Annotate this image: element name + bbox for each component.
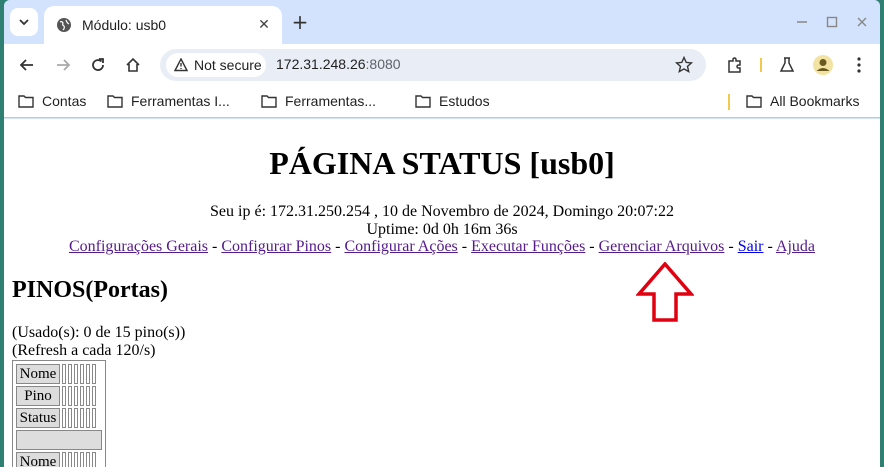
reload-button[interactable] xyxy=(85,52,111,78)
table-header-cell: Status xyxy=(16,408,60,428)
security-label: Not secure xyxy=(194,57,262,73)
usage-info: (Usado(s): 0 de 15 pino(s)) (Refresh a c… xyxy=(12,324,185,360)
folder-icon xyxy=(107,95,123,108)
table-row: Pino xyxy=(16,386,102,406)
bookmark-folder[interactable]: Contas xyxy=(18,93,86,109)
globe-icon xyxy=(57,18,71,32)
table-row: Nome xyxy=(16,452,102,467)
close-tab-icon[interactable]: ✕ xyxy=(254,15,274,35)
nav-link-sair[interactable]: Sair xyxy=(738,238,764,255)
uptime-line: Uptime: 0d 0h 16m 36s xyxy=(366,221,518,238)
bookmark-folder[interactable]: Ferramentas I... xyxy=(107,93,230,109)
folder-icon xyxy=(415,95,431,108)
usage-line: (Usado(s): 0 de 15 pino(s)) xyxy=(12,324,186,341)
toolbar: Not secure 172.31.248.26:8080 xyxy=(4,44,880,86)
tab-active[interactable]: Módulo: usb0 ✕ xyxy=(44,6,282,44)
url-text[interactable]: 172.31.248.26:8080 xyxy=(276,56,401,72)
close-window-icon[interactable] xyxy=(850,10,874,34)
toolbar-divider xyxy=(760,58,762,72)
table-header-cell: Nome xyxy=(16,364,60,384)
pins-table: Nome Pino Status Nome xyxy=(12,360,106,467)
nav-separator: - xyxy=(767,238,773,255)
nav-link-executar-funcoes[interactable]: Executar Funções xyxy=(471,238,585,255)
nav-link-configurar-acoes[interactable]: Configurar Ações xyxy=(344,238,457,255)
nav-link-configurar-pinos[interactable]: Configurar Pinos xyxy=(221,238,331,255)
table-header-cell: Pino xyxy=(16,386,60,406)
section-title: PINOS(Portas) xyxy=(12,277,168,303)
table-row: Nome xyxy=(16,364,102,384)
bookmark-folder[interactable]: Ferramentas... xyxy=(261,93,376,109)
home-button[interactable] xyxy=(120,52,146,78)
bookmark-label: Ferramentas... xyxy=(285,93,377,109)
nav-separator: - xyxy=(728,238,734,255)
address-bar[interactable]: Not secure 172.31.248.26:8080 xyxy=(160,49,706,81)
page-title: PÁGINA STATUS [usb0] xyxy=(269,145,615,181)
all-bookmarks-button[interactable]: All Bookmarks xyxy=(746,93,859,109)
tab-search-button[interactable] xyxy=(10,8,38,36)
table-row xyxy=(16,430,102,450)
puzzle-icon xyxy=(728,57,741,73)
flask-icon xyxy=(779,57,795,72)
folder-icon xyxy=(746,95,762,108)
page-content: PÁGINA STATUS [usb0] Seu ip é: 172.31.25… xyxy=(4,119,880,467)
new-tab-button[interactable]: + xyxy=(288,10,312,34)
table-header-cell: Nome xyxy=(16,452,60,467)
ip-line: Seu ip é: 172.31.250.254 , 10 de Novembr… xyxy=(210,203,674,220)
security-chip[interactable]: Not secure xyxy=(166,53,266,77)
home-icon xyxy=(126,57,140,72)
profile-avatar[interactable] xyxy=(810,52,836,78)
arrow-up-icon xyxy=(636,262,694,322)
minimize-icon[interactable] xyxy=(790,10,814,34)
back-button[interactable] xyxy=(14,52,40,78)
table-row: Status xyxy=(16,408,102,428)
folder-icon xyxy=(18,95,34,108)
bookmark-star-icon[interactable] xyxy=(674,55,694,75)
nav-separator: - xyxy=(335,238,341,255)
bookmark-label: Estudos xyxy=(439,93,490,109)
folder-icon xyxy=(261,95,277,108)
reload-icon xyxy=(92,58,104,71)
arrow-right-icon xyxy=(57,59,71,71)
nav-links: Configurações Gerais - Configurar Pinos … xyxy=(4,238,880,256)
avatar-icon xyxy=(813,55,833,75)
url-host: 172.31.248.26 xyxy=(276,56,366,72)
browser-window: Módulo: usb0 ✕ + Not secure 172.31.248.2… xyxy=(4,0,880,467)
kebab-menu-icon xyxy=(857,57,861,73)
tab-strip: Módulo: usb0 ✕ + xyxy=(4,0,880,44)
url-port: :8080 xyxy=(365,56,401,72)
bookmarks-divider xyxy=(728,94,730,110)
bookmarks-bar: Contas Ferramentas I... Ferramentas... E… xyxy=(4,86,880,118)
chevron-down-icon xyxy=(19,19,29,26)
nav-separator: - xyxy=(461,238,468,255)
extensions-button[interactable] xyxy=(722,52,748,78)
arrow-left-icon xyxy=(19,59,33,71)
forward-button[interactable] xyxy=(50,52,76,78)
table-blank-cell xyxy=(16,430,102,450)
tab-title: Módulo: usb0 xyxy=(82,17,167,33)
nav-link-ajuda[interactable]: Ajuda xyxy=(776,238,815,255)
bookmark-label: Contas xyxy=(42,93,87,109)
nav-link-configuracoes-gerais[interactable]: Configurações Gerais xyxy=(69,238,208,255)
warning-icon xyxy=(174,58,188,72)
refresh-line: (Refresh a cada 120/s) xyxy=(12,342,156,359)
menu-button[interactable] xyxy=(846,52,872,78)
labs-button[interactable] xyxy=(774,52,800,78)
bookmark-label: Ferramentas I... xyxy=(131,93,230,109)
all-bookmarks-label: All Bookmarks xyxy=(770,93,860,109)
maximize-icon[interactable] xyxy=(820,10,844,34)
bookmark-folder[interactable]: Estudos xyxy=(415,93,490,109)
nav-separator: - xyxy=(212,238,218,255)
nav-link-gerenciar-arquivos[interactable]: Gerenciar Arquivos xyxy=(599,238,725,255)
nav-separator: - xyxy=(589,238,595,255)
